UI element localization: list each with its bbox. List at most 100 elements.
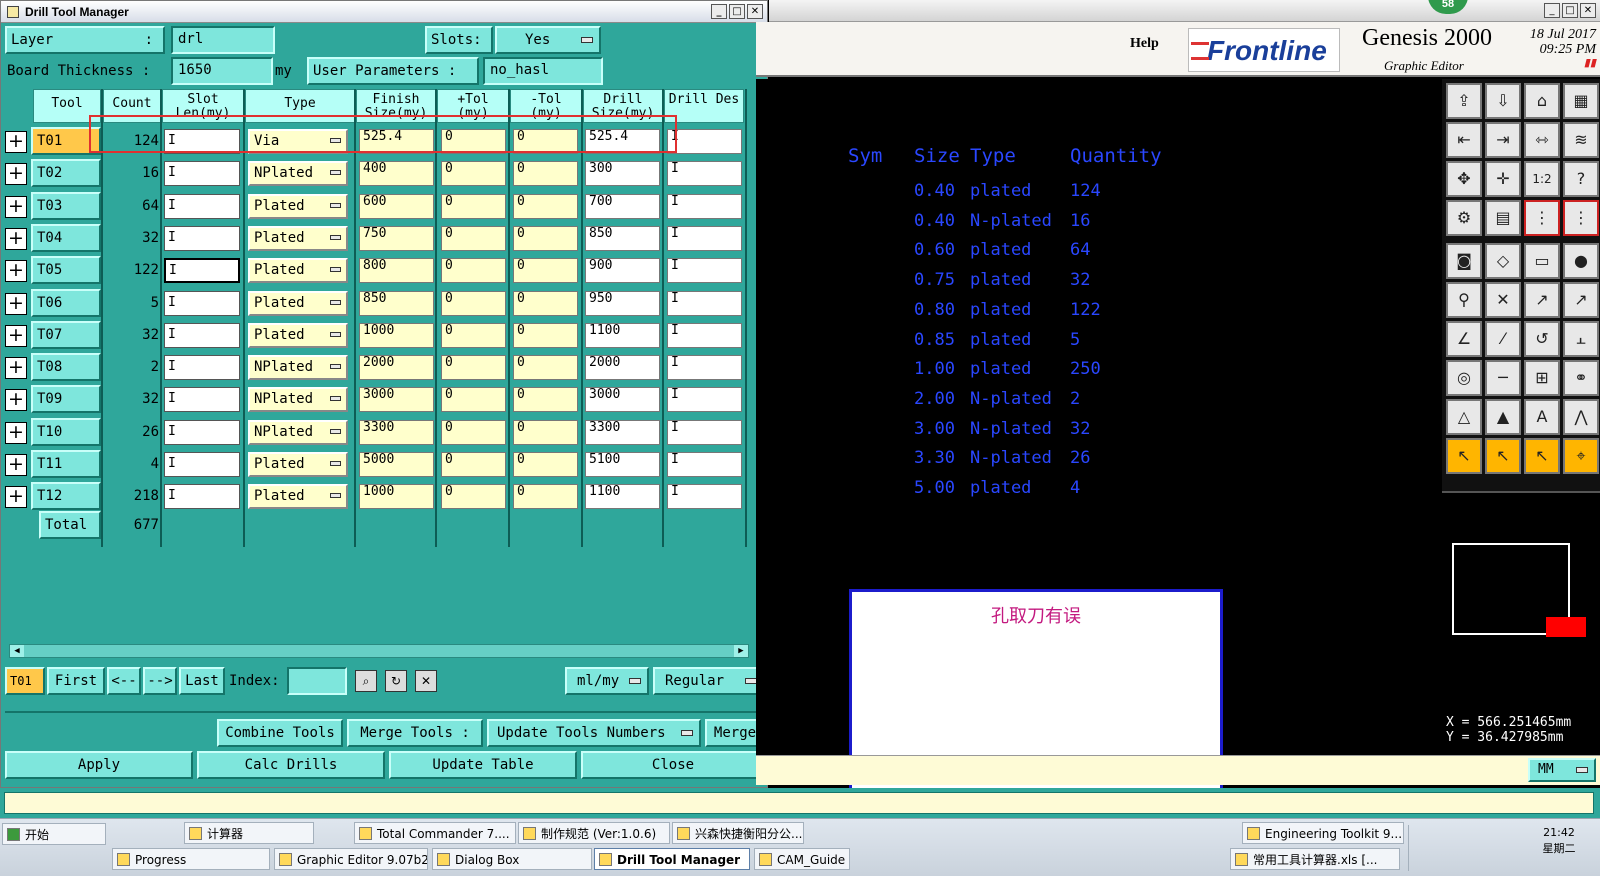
type-dropdown[interactable]: NPlated [248, 355, 348, 381]
type-dropdown[interactable]: Plated [248, 322, 348, 348]
angle-icon[interactable]: ∠ [1446, 321, 1482, 357]
step-in-icon[interactable]: ⇤ [1446, 122, 1482, 158]
slot-length-input[interactable]: I [164, 225, 240, 251]
triangle-c-icon[interactable]: A [1524, 399, 1560, 435]
drill-size-input[interactable]: 950 [585, 290, 660, 316]
calc-drills-button[interactable]: Calc Drills [197, 751, 385, 779]
taskbar-item[interactable]: Drill Tool Manager [594, 848, 750, 870]
slot-length-input[interactable]: I [164, 452, 240, 477]
drill-size-input[interactable]: 900 [585, 258, 660, 284]
tool-name[interactable]: T12 [31, 482, 101, 511]
finish-size-input[interactable]: 850 [359, 290, 434, 316]
taskbar-item[interactable]: Engineering Toolkit 9.... [1242, 822, 1404, 844]
taskbar-item[interactable]: Graphic Editor 9.07b2 (0... [274, 848, 428, 870]
tool-name[interactable]: T08 [31, 353, 101, 382]
taskbar-item[interactable]: 制作规范 (Ver:1.0.6) [518, 822, 670, 844]
drill-des-input[interactable]: I [667, 355, 742, 381]
expand-icon[interactable]: + [5, 260, 27, 283]
minimap[interactable] [1442, 491, 1600, 709]
drill-size-input[interactable]: 3300 [585, 419, 660, 445]
close-window-button[interactable]: ✕ [1580, 3, 1596, 18]
finish-size-input[interactable]: 800 [359, 258, 434, 284]
finish-size-input[interactable]: 5000 [359, 452, 434, 477]
expand-icon[interactable]: + [5, 131, 27, 153]
command-input[interactable] [4, 792, 1594, 814]
help-button[interactable]: Help [1130, 36, 1159, 52]
minus-tol-input[interactable]: 0 [513, 161, 578, 187]
align-icon[interactable]: ⫠ [1563, 321, 1599, 357]
minus-tol-input[interactable]: 0 [513, 452, 578, 477]
tool-name[interactable]: T06 [31, 288, 101, 317]
cross-icon[interactable]: ✕ [1485, 282, 1521, 318]
pointer-b-icon[interactable]: ↖ [1485, 438, 1521, 474]
update-tools-numbers-dropdown[interactable]: Update Tools Numbers [487, 719, 701, 747]
slash-icon[interactable]: ⁄ [1485, 321, 1521, 357]
taskbar-item[interactable]: Progress [112, 848, 270, 870]
drill-size-input[interactable]: 300 [585, 161, 660, 187]
plus-tol-input[interactable]: 0 [441, 258, 506, 284]
expand-icon[interactable]: + [5, 324, 27, 347]
taskbar-item[interactable]: 常用工具计算器.xls [... [1230, 848, 1400, 870]
drill-size-input[interactable]: 2000 [585, 355, 660, 381]
tool-name[interactable]: T05 [31, 256, 101, 285]
pointer-icon[interactable]: ↖ [1446, 438, 1482, 474]
type-dropdown[interactable]: Plated [248, 258, 348, 284]
minus-tol-input[interactable]: 0 [513, 290, 578, 316]
expand-icon[interactable]: + [5, 486, 27, 509]
drill-size-input[interactable]: 850 [585, 225, 660, 251]
table-row[interactable]: + T04 32 I Plated 750 0 0 850 I [1, 222, 757, 254]
settings-icon[interactable]: ⚙ [1446, 200, 1482, 236]
refresh-icon[interactable]: ↻ [385, 670, 407, 692]
previous-button[interactable]: <-- [107, 667, 141, 695]
type-dropdown[interactable]: Plated [248, 225, 348, 251]
slots-dropdown[interactable]: Yes [495, 26, 601, 54]
finish-size-input[interactable]: 1000 [359, 322, 434, 348]
square-icon[interactable]: ◙ [1446, 243, 1482, 279]
scale-icon[interactable]: 1:2 [1524, 161, 1560, 197]
combine-tools-button[interactable]: Combine Tools [217, 719, 343, 747]
expand-icon[interactable]: + [5, 357, 27, 380]
slot-length-input[interactable]: I [164, 484, 240, 510]
drill-size-input[interactable]: 700 [585, 193, 660, 219]
user-parameters-input[interactable]: no_hasl [483, 57, 603, 85]
apply-button[interactable]: Apply [5, 751, 193, 779]
mode-dropdown[interactable]: Regular [653, 667, 765, 695]
finish-size-input[interactable]: 750 [359, 225, 434, 251]
plus-tol-input[interactable]: 0 [441, 484, 506, 510]
plus-tol-input[interactable]: 0 [441, 290, 506, 316]
start-button[interactable]: 开始 [2, 823, 106, 845]
triangle-b-icon[interactable]: ▲ [1485, 399, 1521, 435]
close-button[interactable]: Close [581, 751, 765, 779]
snap-icon[interactable]: ⋮ [1524, 200, 1560, 236]
finish-size-input[interactable]: 1000 [359, 484, 434, 510]
plus-tol-input[interactable]: 0 [441, 322, 506, 348]
help-icon[interactable]: ? [1563, 161, 1599, 197]
window-title-bar[interactable]: Drill Tool Manager _ □ ✕ [1, 1, 767, 23]
plus-tol-input[interactable]: 0 [441, 161, 506, 187]
tool-name[interactable]: T10 [31, 417, 101, 446]
clock[interactable]: 21:42 星期二 [1524, 825, 1594, 857]
table-row[interactable]: + T06 5 I Plated 850 0 0 950 I [1, 287, 757, 319]
first-button[interactable]: First [47, 667, 105, 695]
expand-icon[interactable]: + [5, 195, 27, 218]
minus-tol-input[interactable]: 0 [513, 419, 578, 445]
minus-tol-input[interactable]: 0 [513, 225, 578, 251]
slot-length-input[interactable]: I [164, 161, 240, 187]
slot-length-input[interactable]: I [164, 355, 240, 381]
plus-tol-input[interactable]: 0 [441, 225, 506, 251]
slot-length-input[interactable]: I [164, 387, 240, 413]
tool-name[interactable]: T02 [31, 159, 101, 188]
drill-des-input[interactable]: I [667, 322, 742, 348]
minus-tol-input[interactable]: 0 [513, 484, 578, 510]
table-row[interactable]: + T12 218 I Plated 1000 0 0 1100 I [1, 480, 757, 512]
drill-des-input[interactable]: I [667, 161, 742, 187]
type-dropdown[interactable]: Plated [248, 193, 348, 219]
expand-icon[interactable]: + [5, 163, 27, 186]
minus-tol-input[interactable]: 0 [513, 193, 578, 219]
table-row[interactable]: + T08 2 I NPlated 2000 0 0 2000 I [1, 351, 757, 383]
board-thickness-input[interactable]: 1650 [171, 57, 273, 85]
tool-name[interactable]: T07 [31, 320, 101, 349]
snap-2-icon[interactable]: ⋮ [1563, 200, 1599, 236]
dot-icon[interactable]: ● [1563, 243, 1599, 279]
genesis-title-bar[interactable]: _ □ ✕ [769, 0, 1600, 22]
